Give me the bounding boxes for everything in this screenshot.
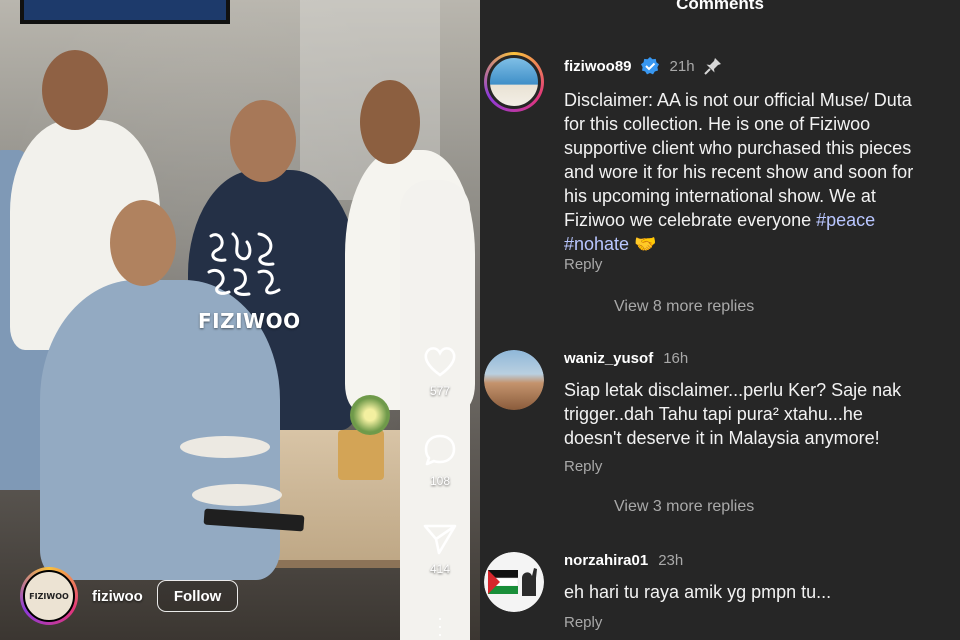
reply-button[interactable]: Reply [564, 256, 602, 273]
comments-title: Comments [676, 0, 764, 13]
view-more-replies[interactable]: View 8 more replies [614, 298, 754, 316]
comment-line-text: Fiziwoo we celebrate everyone [564, 210, 812, 230]
comment-text: Siap letak disclaimer...perlu Ker? Saje … [564, 378, 948, 450]
like-action[interactable]: 577 [418, 344, 462, 398]
reel-video[interactable]: FIZIWOO 577 108 414 FIZIWOO fiziwoo Foll… [0, 0, 480, 640]
comment-line: his upcoming international show. We at [564, 186, 876, 206]
comment-line: supportive client who purchased this pie… [564, 138, 912, 158]
flowers [350, 395, 390, 435]
more-dots-icon[interactable]: · · · [436, 609, 444, 640]
person-head [110, 200, 176, 286]
like-count: 577 [429, 384, 451, 398]
paper-plane-icon[interactable] [422, 522, 458, 556]
author-avatar[interactable]: FIZIWOO [20, 567, 78, 625]
commenter-avatar[interactable] [484, 350, 544, 410]
comment-time: 23h [658, 552, 684, 569]
reply-button[interactable]: Reply [564, 458, 602, 475]
comment-time: 16h [663, 350, 689, 367]
comment-line: Fiziwoo we celebrate everyone #peace [564, 208, 948, 232]
view-more-replies[interactable]: View 3 more replies [614, 498, 754, 516]
brand-watermark: FIZIWOO [198, 228, 301, 333]
hashtag-link[interactable]: #nohate [564, 234, 629, 254]
comment-line: for this collection. He is one of Fiziwo… [564, 114, 871, 134]
verified-badge-icon [640, 57, 659, 75]
comment-time: 21h [669, 57, 695, 75]
share-action[interactable]: 414 [418, 522, 462, 576]
background-tv [20, 0, 230, 24]
brand-logo-icon [207, 232, 281, 296]
commenter-username[interactable]: fiziwoo89 [564, 58, 632, 75]
commenter-username[interactable]: norzahira01 [564, 552, 648, 569]
author-bar: FIZIWOO fiziwoo Follow [20, 566, 239, 626]
hashtag-link[interactable]: #peace [816, 210, 875, 230]
plate [180, 436, 270, 458]
comment-header: fiziwoo89 21h [564, 56, 723, 76]
vase [338, 430, 384, 480]
person-head [230, 100, 296, 182]
comment-header: waniz_yusof 16h [564, 350, 688, 367]
comment-count: 108 [429, 474, 451, 488]
comment-line: #nohate 🤝 [564, 232, 948, 256]
comment-line: Siap letak disclaimer...perlu Ker? Saje … [564, 380, 902, 400]
comment-text: Disclaimer: AA is not our official Muse/… [564, 88, 948, 256]
share-count: 414 [429, 562, 451, 576]
comment-text: eh hari tu raya amik yg pmpn tu... [564, 580, 948, 604]
plate [192, 484, 282, 506]
comment-line: doesn't deserve it in Malaysia anymore! [564, 428, 880, 448]
palestine-flag-avatar-icon [484, 552, 544, 612]
handshake-emoji: 🤝 [634, 234, 657, 254]
heart-icon[interactable] [422, 344, 458, 378]
person-head [360, 80, 420, 164]
comment-header: norzahira01 23h [564, 552, 683, 569]
comments-panel: Comments fiziwoo89 21h Disclaimer: AA is… [480, 0, 960, 640]
comment-line: trigger..dah Tahu tapi pura² xtahu...he [564, 404, 863, 424]
pin-icon [703, 58, 721, 75]
commenter-avatar[interactable] [484, 552, 544, 612]
comment-line: eh hari tu raya amik yg pmpn tu... [564, 582, 832, 602]
commenter-username[interactable]: waniz_yusof [564, 350, 653, 367]
commenter-avatar[interactable] [484, 52, 544, 112]
comment-action[interactable]: 108 [418, 432, 462, 488]
comment-bubble-icon[interactable] [422, 432, 458, 468]
comment-line: Disclaimer: AA is not our official Muse/… [564, 90, 912, 110]
author-avatar-logo: FIZIWOO [23, 570, 75, 622]
watermark-text: FIZIWOO [198, 309, 301, 333]
person-head [42, 50, 108, 130]
reply-button[interactable]: Reply [564, 614, 602, 631]
follow-button[interactable]: Follow [156, 580, 239, 612]
comment-line: and wore it for his recent show and soon… [564, 162, 914, 182]
author-username[interactable]: fiziwoo [92, 588, 143, 605]
